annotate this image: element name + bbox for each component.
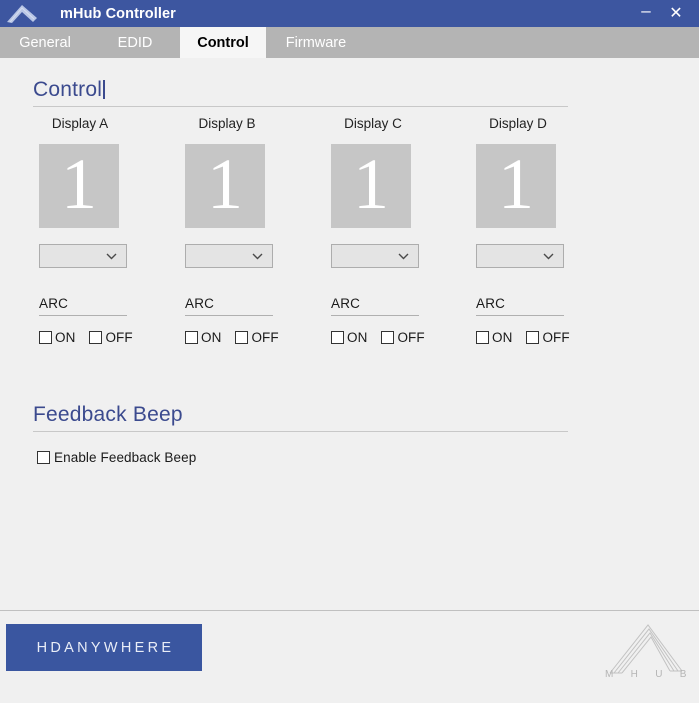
display-c-arc-on-label: ON [347,330,368,345]
tab-firmware[interactable]: Firmware [266,27,366,58]
display-c-label: Display C [344,116,402,131]
feedback-section-heading: Feedback Beep [33,403,183,426]
display-c-arc-label: ARC [331,296,361,311]
display-a-label: Display A [51,116,109,131]
display-d-source-select[interactable] [476,244,564,268]
display-a-arc-on-checkbox[interactable] [39,331,52,344]
display-d-arc-off[interactable]: OFF [526,330,570,345]
window-title: mHub Controller [60,5,176,22]
enable-feedback-beep-checkbox[interactable] [37,451,50,464]
display-c-arc-divider [331,315,419,316]
tab-edid[interactable]: EDID [90,27,180,58]
mhub-letter-h: H [630,669,639,680]
display-d-arc-divider [476,315,564,316]
display-a-arc-off-checkbox[interactable] [89,331,103,344]
display-a-source-select[interactable] [39,244,127,268]
display-c-source-number: 1 [353,144,389,224]
feedback-section-divider [33,431,568,432]
display-a-source-number: 1 [61,144,97,224]
chevron-down-icon [398,247,409,265]
enable-feedback-beep-label: Enable Feedback Beep [54,450,197,465]
display-d-arc-on-checkbox[interactable] [476,331,489,344]
chevron-down-icon [543,247,554,265]
hdanywhere-logo: HDANYWHERE [6,624,202,671]
display-column-c: Display C 1 ARC ON OFF [325,116,471,345]
display-a-arc-label: ARC [39,296,69,311]
display-d-source-box[interactable]: 1 [476,144,556,228]
enable-feedback-beep-row[interactable]: Enable Feedback Beep [37,450,196,465]
display-b-arc-off[interactable]: OFF [235,330,279,345]
app-icon [0,0,46,27]
display-c-arc-on[interactable]: ON [331,330,367,345]
title-bar: mHub Controller – ✕ [0,0,699,27]
display-a-source-box[interactable]: 1 [39,144,119,228]
window-controls: – ✕ [631,0,699,27]
display-b-source-number: 1 [207,144,243,224]
display-b-arc-label: ARC [185,296,215,311]
display-b-label: Display B [198,116,256,131]
hdanywhere-logo-text: HDANYWHERE [36,639,175,656]
display-b-source-box[interactable]: 1 [185,144,265,228]
mhub-letter-u: U [655,669,663,680]
display-d-source-number: 1 [498,144,534,224]
display-c-arc-off-checkbox[interactable] [381,331,395,344]
mhub-peak-icon [7,5,37,23]
display-c-arc-off-label: OFF [397,330,425,345]
display-d-arc-checkboxes: ON OFF [476,330,616,345]
display-b-arc-divider [185,315,273,316]
display-a-arc-divider [39,315,127,316]
display-column-a: Display A 1 ARC ON OFF [33,116,179,345]
display-c-source-box[interactable]: 1 [331,144,411,228]
mhub-letter-m: M [605,669,614,680]
display-column-d: Display D 1 ARC ON OFF [470,116,616,345]
display-column-b: Display B 1 ARC ON OFF [179,116,325,345]
display-d-arc-on-label: ON [492,330,513,345]
display-d-label: Display D [489,116,547,131]
display-d-arc-on[interactable]: ON [476,330,512,345]
control-heading-text: Control [33,78,103,101]
display-a-arc-on[interactable]: ON [39,330,75,345]
display-b-arc-checkboxes: ON OFF [185,330,325,345]
display-b-arc-on-label: ON [201,330,222,345]
display-a-arc-off-label: OFF [105,330,133,345]
close-button[interactable]: ✕ [661,0,691,27]
chevron-down-icon [106,247,117,265]
display-c-arc-checkboxes: ON OFF [331,330,471,345]
tab-general[interactable]: General [0,27,90,58]
display-c-arc-on-checkbox[interactable] [331,331,344,344]
display-d-arc-off-checkbox[interactable] [526,331,540,344]
display-b-arc-off-checkbox[interactable] [235,331,249,344]
display-a-arc-on-label: ON [55,330,76,345]
display-a-arc-off[interactable]: OFF [89,330,133,345]
text-caret [103,80,106,99]
display-b-source-select[interactable] [185,244,273,268]
mhub-logo-letters: M H U B [605,669,687,680]
display-b-arc-on[interactable]: ON [185,330,221,345]
tab-control[interactable]: Control [180,27,266,58]
display-b-arc-off-label: OFF [251,330,279,345]
tab-bar: General EDID Control Firmware [0,27,699,58]
control-section-divider [33,106,568,107]
display-c-source-select[interactable] [331,244,419,268]
control-section-heading: Control [33,78,106,102]
tab-bar-filler [366,27,699,58]
chevron-down-icon [252,247,263,265]
minimize-button[interactable]: – [631,0,661,31]
content-area: Control Display A 1 ARC ON OFF Display B [0,58,699,608]
mhub-letter-b: B [679,669,687,680]
display-a-arc-checkboxes: ON OFF [39,330,179,345]
display-c-arc-off[interactable]: OFF [381,330,425,345]
display-b-arc-on-checkbox[interactable] [185,331,198,344]
footer: HDANYWHERE M H U B [0,611,699,703]
display-d-arc-off-label: OFF [542,330,570,345]
display-d-arc-label: ARC [476,296,506,311]
